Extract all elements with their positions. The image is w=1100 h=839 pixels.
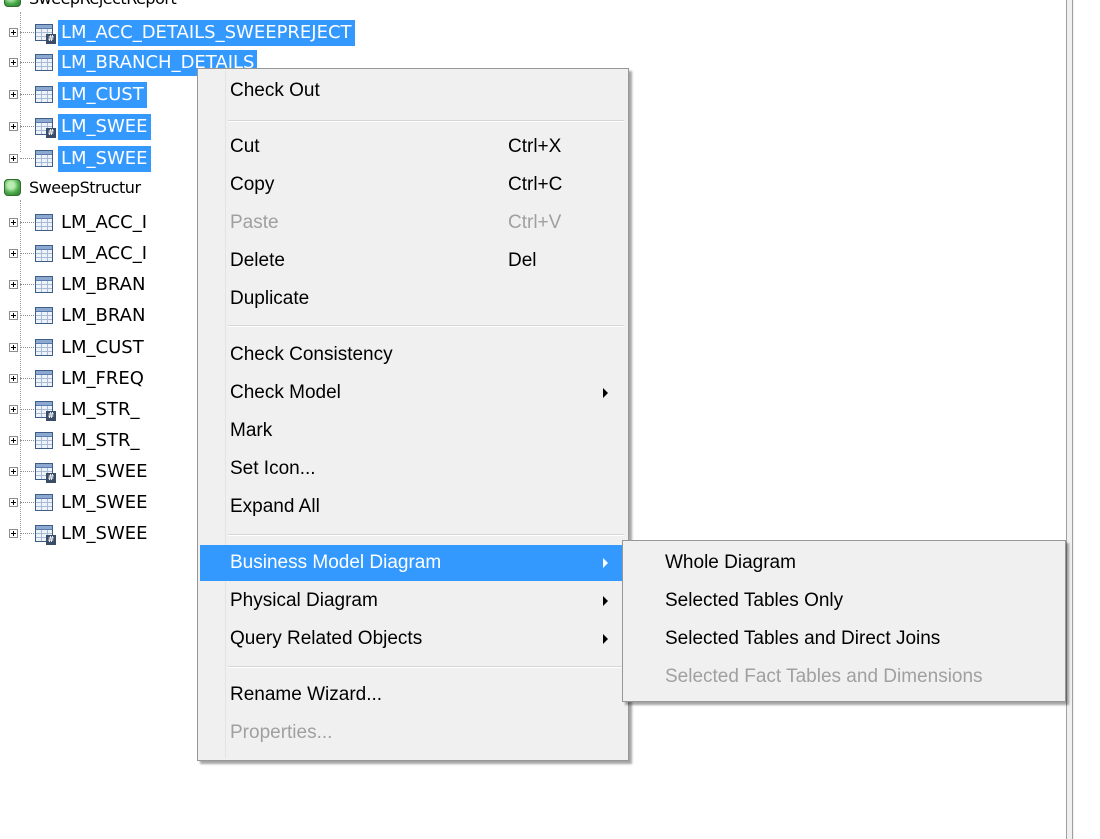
table-icon bbox=[35, 150, 53, 167]
table-group-icon bbox=[35, 401, 56, 421]
expand-icon[interactable] bbox=[9, 374, 18, 383]
menu-separator bbox=[228, 325, 624, 327]
context-menu: Check Out Cut Ctrl+X Copy Ctrl+C Paste C… bbox=[197, 68, 629, 761]
menu-item-check-model[interactable]: Check Model bbox=[200, 375, 626, 411]
menu-separator bbox=[228, 120, 624, 122]
submenu-item-whole-diagram[interactable]: Whole Diagram bbox=[625, 545, 1063, 581]
expand-icon[interactable] bbox=[9, 529, 18, 538]
right-pane bbox=[1074, 0, 1100, 839]
table-icon bbox=[35, 86, 53, 103]
tree-item-label: LM_FREQ bbox=[61, 368, 144, 389]
expand-icon[interactable] bbox=[9, 122, 18, 131]
menu-item-delete[interactable]: Delete Del bbox=[200, 243, 626, 279]
shortcut-label: Ctrl+V bbox=[508, 212, 562, 233]
menu-item-check-out[interactable]: Check Out bbox=[200, 73, 626, 109]
expand-icon[interactable] bbox=[9, 343, 18, 352]
tree-item-label: LM_STR_ bbox=[61, 399, 140, 420]
submenu-item-selected-tables-only[interactable]: Selected Tables Only bbox=[625, 583, 1063, 619]
menu-item-properties: Properties... bbox=[230, 722, 333, 743]
tree-item-label: LM_SWEE bbox=[61, 523, 148, 544]
tree-item-label: LM_ACC_I bbox=[61, 243, 148, 264]
menu-separator bbox=[228, 534, 624, 536]
tree-item-label: LM_ACC_I bbox=[61, 212, 148, 233]
table-group-icon bbox=[35, 525, 56, 545]
expand-icon[interactable] bbox=[9, 218, 18, 227]
tree-item-label: LM_SWEE bbox=[61, 492, 148, 513]
tree-item-label: LM_SWEE bbox=[58, 114, 151, 140]
tree-item-label: LM_CUST bbox=[61, 337, 144, 358]
expand-icon[interactable] bbox=[9, 498, 18, 507]
business-model-icon bbox=[4, 0, 21, 7]
business-model-icon bbox=[4, 179, 21, 196]
submenu-arrow-icon bbox=[603, 558, 608, 568]
tree-item-label: LM_SWEE bbox=[61, 461, 148, 482]
submenu-arrow-icon bbox=[603, 388, 608, 398]
shortcut-label: Del bbox=[508, 250, 537, 271]
submenu-arrow-icon bbox=[603, 596, 608, 606]
menu-item-business-model-diagram[interactable]: Business Model Diagram bbox=[200, 545, 626, 581]
table-icon bbox=[35, 494, 53, 511]
submenu-item-selected-tables-direct-joins[interactable]: Selected Tables and Direct Joins bbox=[625, 621, 1063, 657]
business-model-diagram-submenu: Whole Diagram Selected Tables Only Selec… bbox=[622, 540, 1066, 702]
menu-item-query-related-objects[interactable]: Query Related Objects bbox=[200, 621, 626, 657]
table-icon bbox=[35, 339, 53, 356]
submenu-item-selected-fact-tables-dimensions: Selected Fact Tables and Dimensions bbox=[665, 666, 983, 687]
expand-icon[interactable] bbox=[9, 405, 18, 414]
table-icon bbox=[35, 307, 53, 324]
menu-item-check-consistency[interactable]: Check Consistency bbox=[200, 337, 626, 373]
menu-item-paste: Paste Ctrl+V bbox=[200, 205, 626, 241]
table-group-icon bbox=[35, 24, 56, 44]
expand-icon[interactable] bbox=[9, 311, 18, 320]
expand-icon[interactable] bbox=[9, 249, 18, 258]
table-icon bbox=[35, 214, 53, 231]
tree-item-label: LM_STR_ bbox=[61, 430, 140, 451]
submenu-arrow-icon bbox=[603, 634, 608, 644]
tree-item-label: LM_ACC_DETAILS_SWEEPREJECT bbox=[58, 20, 355, 46]
expand-icon[interactable] bbox=[9, 436, 18, 445]
tree-group-label: SweepRejectReport bbox=[26, 0, 179, 12]
expand-icon[interactable] bbox=[9, 58, 18, 67]
expand-icon[interactable] bbox=[9, 467, 18, 476]
tree-group-label: SweepStructur bbox=[29, 178, 141, 197]
tree-item-label: LM_SWEE bbox=[58, 146, 151, 172]
shortcut-label: Ctrl+C bbox=[508, 174, 563, 195]
table-icon bbox=[35, 370, 53, 387]
menu-item-expand-all[interactable]: Expand All bbox=[200, 489, 626, 525]
menu-separator bbox=[228, 666, 624, 668]
pane-splitter[interactable] bbox=[1066, 0, 1074, 839]
tree-connector bbox=[20, 12, 21, 152]
menu-item-rename-wizard[interactable]: Rename Wizard... bbox=[200, 677, 626, 713]
tree-item-label: LM_BRAN bbox=[61, 305, 146, 326]
tree-connector bbox=[20, 200, 21, 540]
menu-item-cut[interactable]: Cut Ctrl+X bbox=[200, 129, 626, 165]
table-icon bbox=[35, 245, 53, 262]
table-group-icon bbox=[35, 118, 56, 138]
table-icon bbox=[35, 432, 53, 449]
expand-icon[interactable] bbox=[9, 154, 18, 163]
tree-item-label: LM_BRAN bbox=[61, 274, 146, 295]
menu-item-physical-diagram[interactable]: Physical Diagram bbox=[200, 583, 626, 619]
tree-item-label: LM_CUST bbox=[58, 82, 147, 108]
menu-item-set-icon[interactable]: Set Icon... bbox=[200, 451, 626, 487]
menu-item-copy[interactable]: Copy Ctrl+C bbox=[200, 167, 626, 203]
menu-item-duplicate[interactable]: Duplicate bbox=[200, 281, 626, 317]
menu-item-mark[interactable]: Mark bbox=[200, 413, 626, 449]
table-icon bbox=[35, 276, 53, 293]
table-group-icon bbox=[35, 463, 56, 483]
expand-icon[interactable] bbox=[9, 90, 18, 99]
shortcut-label: Ctrl+X bbox=[508, 136, 562, 157]
expand-icon[interactable] bbox=[9, 28, 18, 37]
table-icon bbox=[35, 54, 53, 71]
expand-icon[interactable] bbox=[9, 280, 18, 289]
